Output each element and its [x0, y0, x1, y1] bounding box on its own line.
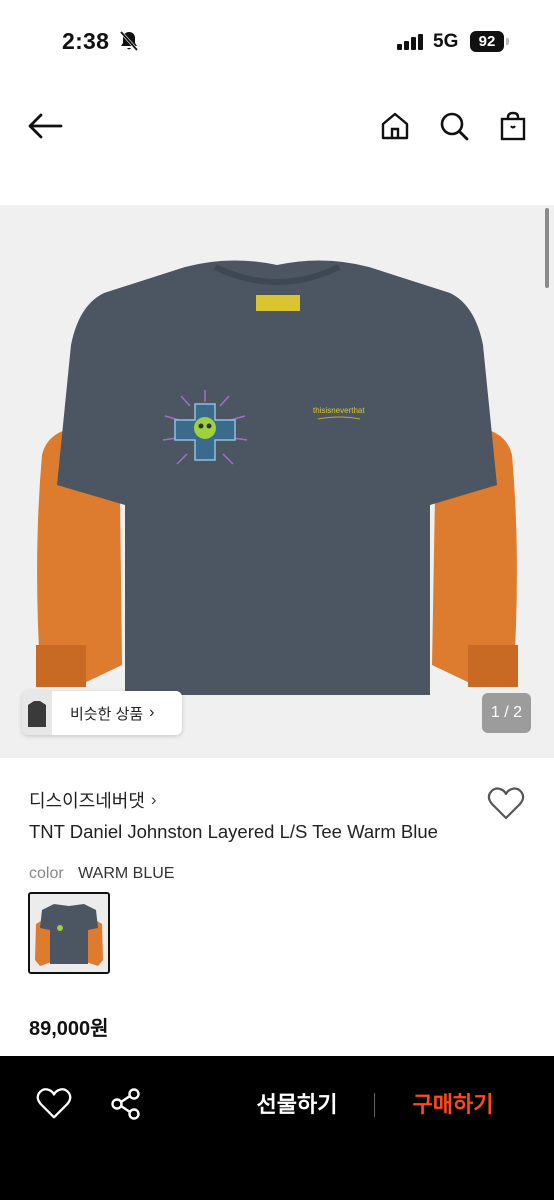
action-divider: [374, 1093, 375, 1117]
wishlist-heart-icon[interactable]: [35, 1086, 73, 1122]
brand-name: 디스이즈네버댓: [29, 791, 145, 811]
bell-muted-icon: [119, 31, 139, 51]
similar-products-button[interactable]: 비슷한 상품 ›: [22, 691, 182, 735]
signal-icon: [397, 34, 423, 50]
status-time: 2:38: [62, 28, 110, 54]
shopping-bag-icon[interactable]: [494, 106, 532, 146]
similar-thumbnail: [22, 691, 52, 735]
color-swatch-warm-blue[interactable]: [28, 892, 110, 974]
buy-button[interactable]: 구매하기: [396, 1085, 510, 1125]
bottom-action-bar: [0, 1056, 554, 1200]
back-arrow-icon[interactable]: [22, 106, 68, 146]
network-type: 5G: [433, 31, 459, 52]
wishlist-heart-icon[interactable]: [486, 786, 526, 822]
color-label: color: [29, 865, 64, 882]
search-icon[interactable]: [434, 106, 474, 146]
status-bar: 2:38 5G 92: [0, 0, 554, 80]
product-image[interactable]: thisisneverthat: [0, 205, 554, 758]
color-info: color WARM BLUE: [29, 865, 174, 883]
similar-products-label: 비슷한 상품: [70, 705, 144, 723]
chevron-right-icon: ›: [150, 790, 157, 809]
chevron-right-icon: ›: [149, 704, 155, 721]
color-value: WARM BLUE: [78, 865, 175, 882]
brand-link[interactable]: 디스이즈네버댓 ›: [29, 787, 157, 813]
svg-text:thisisneverthat: thisisneverthat: [313, 406, 365, 415]
product-name: TNT Daniel Johnston Layered L/S Tee Warm…: [29, 821, 438, 842]
shirt-illustration: thisisneverthat: [36, 260, 518, 695]
product-detail-page: 2:38 5G 92 thisisneverthat 비슷한 상품 › 1 / …: [0, 0, 554, 1200]
share-icon[interactable]: [108, 1086, 144, 1122]
gift-button[interactable]: 선물하기: [238, 1085, 356, 1125]
scroll-indicator: [545, 208, 549, 288]
battery-tip: [506, 38, 509, 45]
home-icon[interactable]: [376, 106, 414, 146]
image-page-indicator: 1 / 2: [482, 693, 531, 733]
product-price: 89,000원: [29, 1018, 109, 1040]
battery-icon: 92: [470, 31, 504, 52]
